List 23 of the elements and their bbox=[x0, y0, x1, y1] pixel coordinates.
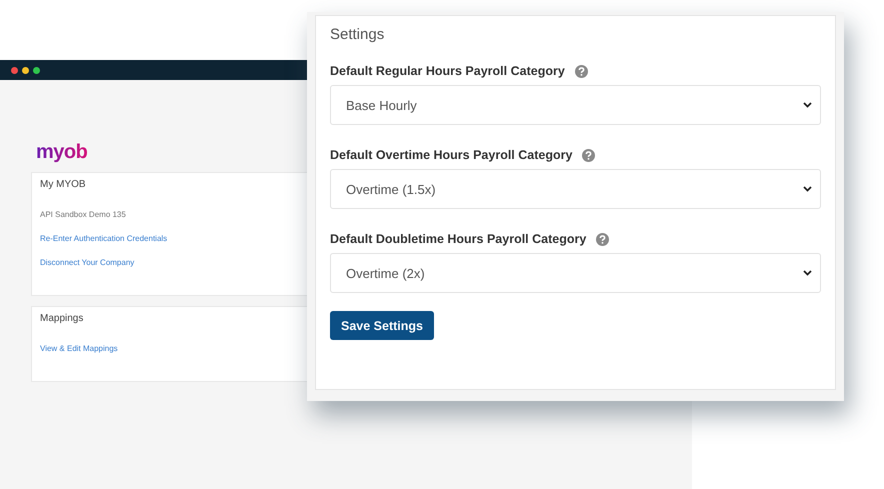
field-label: Default Regular Hours Payroll Category bbox=[330, 63, 565, 79]
link[interactable]: Disconnect Your Company bbox=[40, 257, 134, 269]
dropdown[interactable]: Overtime (2x) bbox=[330, 253, 821, 293]
chevron-down-icon bbox=[803, 102, 812, 108]
field-label: Default Overtime Hours Payroll Category bbox=[330, 147, 572, 163]
dropdown[interactable]: Overtime (1.5x) bbox=[330, 169, 821, 209]
link[interactable]: Re-Enter Authentication Credentials bbox=[40, 233, 168, 245]
company-name: API Sandbox Demo 135 bbox=[40, 209, 126, 221]
link[interactable]: View & Edit Mappings bbox=[40, 343, 118, 355]
help-icon[interactable] bbox=[574, 64, 588, 78]
help-icon[interactable] bbox=[582, 148, 596, 162]
chevron-down-icon bbox=[803, 270, 812, 276]
dropdown[interactable]: Base Hourly bbox=[330, 85, 821, 125]
window-maximize-dot[interactable] bbox=[33, 66, 40, 74]
card-title: Mappings bbox=[40, 313, 84, 324]
card-title: My MYOB bbox=[40, 179, 87, 190]
panel-title: Settings bbox=[330, 25, 386, 45]
window-minimize-dot[interactable] bbox=[22, 66, 29, 74]
chevron-down-icon bbox=[803, 186, 812, 192]
window-close-dot[interactable] bbox=[11, 66, 18, 74]
help-icon[interactable] bbox=[596, 232, 610, 246]
save-button[interactable]: Save Settings bbox=[330, 311, 434, 340]
field-label: Default Doubletime Hours Payroll Category bbox=[330, 231, 586, 247]
